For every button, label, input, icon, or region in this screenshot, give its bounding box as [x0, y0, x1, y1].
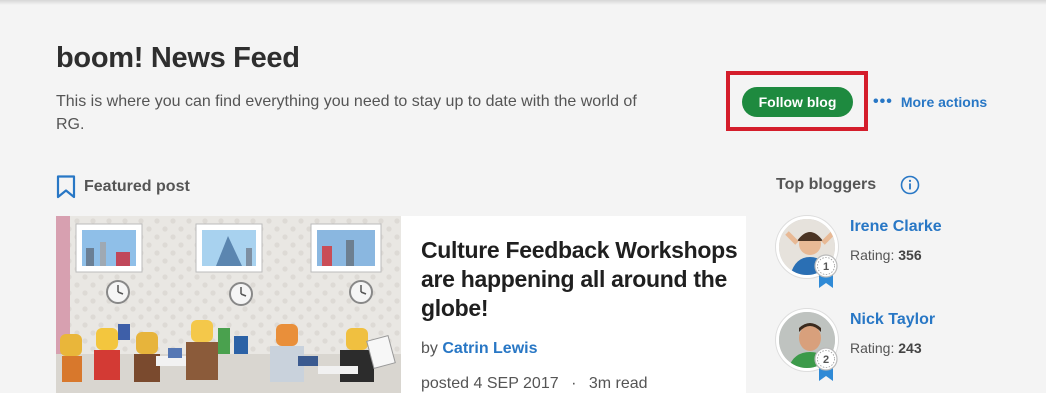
post-title[interactable]: Culture Feedback Workshops are happening… — [421, 236, 746, 323]
posted-label: posted — [421, 375, 470, 392]
meta-separator: · — [571, 375, 577, 392]
bookmark-icon — [56, 175, 76, 199]
rank-number: 1 — [823, 261, 829, 273]
more-actions-label: More actions — [900, 94, 988, 110]
post-meta: posted 4 SEP 2017 · 3m read — [421, 375, 746, 393]
blogger-rating: Rating: 243 — [850, 340, 935, 356]
blogger-avatar-wrap: 2 — [776, 309, 840, 381]
blogger-item: 1 Irene Clarke Rating: 356 — [776, 216, 942, 288]
rank-number: 2 — [823, 354, 829, 366]
rating-value: 243 — [898, 340, 922, 356]
read-time: 3m read — [588, 375, 648, 392]
blogger-info: Nick Taylor Rating: 243 — [850, 309, 935, 379]
post-author-link[interactable]: Catrin Lewis — [442, 340, 537, 357]
blogger-rating: Rating: 356 — [850, 247, 942, 263]
info-icon[interactable] — [900, 175, 920, 195]
blogger-info: Irene Clarke Rating: 356 — [850, 216, 942, 286]
follow-blog-button[interactable]: Follow blog — [742, 87, 853, 117]
blogger-name-link[interactable]: Irene Clarke — [850, 218, 942, 236]
top-shadow — [0, 0, 1046, 5]
rating-value: 356 — [898, 247, 922, 263]
more-dots-icon: ••• — [873, 93, 893, 110]
featured-post-body: Culture Feedback Workshops are happening… — [401, 216, 746, 393]
rating-label: Rating: — [850, 247, 895, 263]
top-bloggers-title: Top bloggers — [776, 176, 877, 193]
top-bloggers-header: Top bloggers — [776, 175, 920, 195]
blogger-name-link[interactable]: Nick Taylor — [850, 311, 935, 329]
featured-post-label: Featured post — [84, 178, 190, 195]
more-actions-link[interactable]: ••• More actions — [873, 93, 988, 111]
lego-office-illustration — [56, 216, 401, 393]
page-description: This is where you can find everything yo… — [56, 93, 637, 133]
blogger-item: 2 Nick Taylor Rating: 243 — [776, 309, 935, 381]
blogger-avatar-wrap: 1 — [776, 216, 840, 288]
page-title: boom! News Feed — [56, 42, 300, 74]
post-byline: by Catrin Lewis — [421, 340, 746, 358]
featured-post-image[interactable] — [56, 216, 401, 393]
featured-post-card[interactable]: Culture Feedback Workshops are happening… — [56, 216, 746, 393]
featured-post-header: Featured post — [56, 175, 190, 199]
rank-badge-icon: 1 — [814, 254, 838, 288]
by-label: by — [421, 340, 438, 357]
rank-badge-icon: 2 — [814, 347, 838, 381]
post-date: 4 SEP 2017 — [473, 375, 559, 392]
rating-label: Rating: — [850, 340, 895, 356]
